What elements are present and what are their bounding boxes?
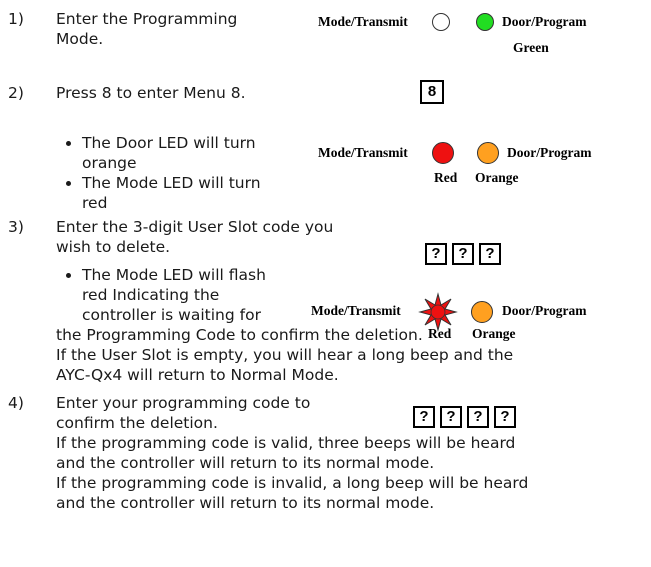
key-question: ? bbox=[494, 406, 516, 428]
step-4-cont-line3: If the programming code is invalid, a lo… bbox=[56, 474, 529, 492]
mode-transmit-label: Mode/Transmit bbox=[311, 303, 401, 318]
door-led-caption: Green bbox=[513, 40, 549, 55]
key-8: 8 bbox=[420, 80, 444, 104]
mode-transmit-label: Mode/Transmit bbox=[318, 14, 408, 29]
key-question: ? bbox=[425, 243, 447, 265]
key-question: ? bbox=[440, 406, 462, 428]
step-3-bullet-line1: The Mode LED will flash bbox=[82, 266, 266, 284]
door-led-caption: Orange bbox=[475, 170, 519, 185]
step-4-text-line2: confirm the deletion. bbox=[56, 414, 218, 432]
step-2-bullet-2-line2: red bbox=[82, 194, 108, 212]
step-2-bullet-1-line1: The Door LED will turn bbox=[82, 134, 256, 152]
step-4-cont-line4: and the controller will return to its no… bbox=[56, 494, 435, 512]
step-3-cont-line1: the Programming Code to confirm the dele… bbox=[56, 326, 423, 344]
step-4-text-line1: Enter your programming code to bbox=[56, 394, 311, 412]
door-led-icon bbox=[476, 13, 494, 31]
step-1-number: 1) bbox=[8, 10, 24, 28]
bullet-dot bbox=[66, 273, 71, 278]
step-4-number: 4) bbox=[8, 394, 24, 412]
mode-led-icon bbox=[432, 142, 454, 164]
key-question: ? bbox=[413, 406, 435, 428]
step-2-bullet-2-line1: The Mode LED will turn bbox=[82, 174, 261, 192]
key-question: ? bbox=[479, 243, 501, 265]
step-4-cont-line1: If the programming code is valid, three … bbox=[56, 434, 516, 452]
step-3-text-line2: wish to delete. bbox=[56, 238, 171, 256]
step-2-bullet-1-line2: orange bbox=[82, 154, 137, 172]
step-1-text-line1: Enter the Programming bbox=[56, 10, 238, 28]
door-led-icon bbox=[471, 301, 493, 323]
bullet-dot bbox=[66, 181, 71, 186]
door-program-label: Door/Program bbox=[502, 303, 587, 318]
step-2-text: Press 8 to enter Menu 8. bbox=[56, 84, 246, 102]
mode-transmit-label: Mode/Transmit bbox=[318, 145, 408, 160]
step-3-cont-line3: AYC-Qx4 will return to Normal Mode. bbox=[56, 366, 339, 384]
step-3-number: 3) bbox=[8, 218, 24, 236]
step-2-number: 2) bbox=[8, 84, 24, 102]
door-led-caption: Orange bbox=[472, 326, 516, 341]
key-question: ? bbox=[467, 406, 489, 428]
mode-led-caption: Red bbox=[428, 326, 452, 341]
door-program-label: Door/Program bbox=[507, 145, 592, 160]
step-1-text-line2: Mode. bbox=[56, 30, 104, 48]
mode-led-icon bbox=[432, 13, 450, 31]
step-3-text-line1: Enter the 3-digit User Slot code you bbox=[56, 218, 334, 236]
key-question: ? bbox=[452, 243, 474, 265]
door-led-icon bbox=[477, 142, 499, 164]
step-3-bullet-line2: red Indicating the bbox=[82, 286, 220, 304]
step-3-cont-line2: If the User Slot is empty, you will hear… bbox=[56, 346, 514, 364]
step-4-cont-line2: and the controller will return to its no… bbox=[56, 454, 435, 472]
bullet-dot bbox=[66, 141, 71, 146]
door-program-label: Door/Program bbox=[502, 14, 587, 29]
step-3-bullet-line3: controller is waiting for bbox=[82, 306, 261, 324]
mode-led-caption: Red bbox=[434, 170, 458, 185]
